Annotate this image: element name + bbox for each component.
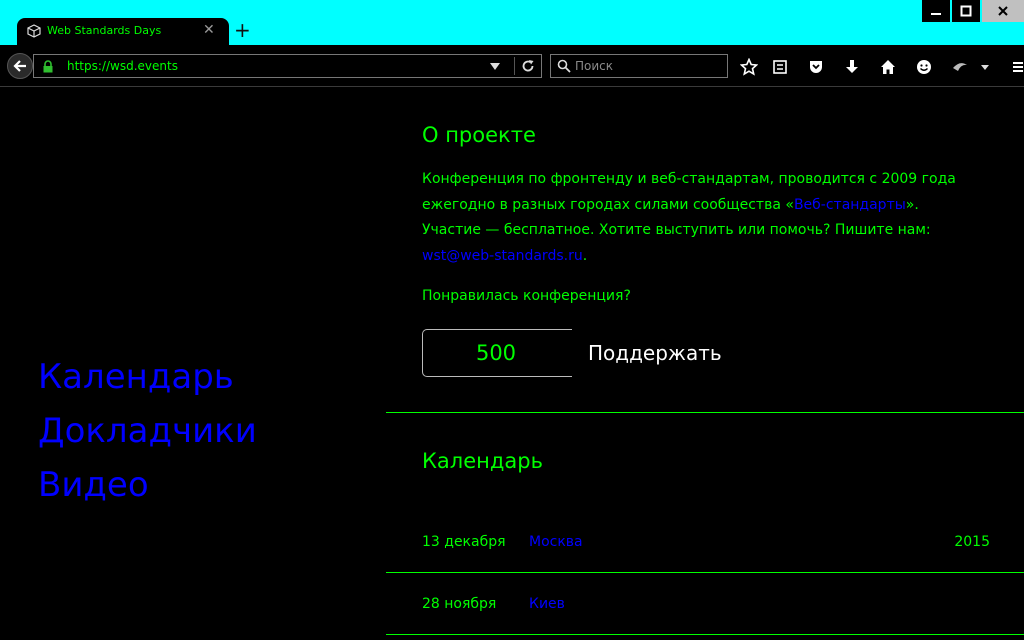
url-text[interactable]: https://wsd.events [67, 59, 178, 73]
event-date: 28 ноября [422, 596, 497, 612]
about-heading: О проекте [422, 123, 536, 147]
email-link[interactable]: wst@web-standards.ru [422, 248, 583, 264]
bookmarks-list-icon[interactable] [770, 57, 790, 77]
about-text-line2: Участие — бесплатное. Хотите выступить и… [422, 222, 931, 238]
donation-amount-input[interactable] [423, 330, 569, 376]
nav-link-calendar[interactable]: Календарь [38, 350, 257, 404]
main-content: О проекте Конференция по фронтенду и веб… [386, 87, 1024, 640]
event-city-link[interactable]: Киев [529, 596, 565, 612]
arrow-left-icon [13, 60, 26, 72]
cube-favicon-icon [27, 24, 41, 38]
pocket-icon[interactable] [806, 57, 826, 77]
event-row: 28 ноября Киев [386, 573, 1024, 635]
nav-link-video[interactable]: Видео [38, 458, 257, 512]
search-input[interactable] [575, 58, 723, 74]
liked-conference-prompt: Понравилась конференция? [422, 288, 631, 304]
about-text-line1-end: ». [905, 196, 919, 213]
event-city-link[interactable]: Москва [529, 534, 583, 550]
event-date: 13 декабря [422, 534, 506, 550]
divider [514, 57, 515, 75]
site-navigation: Календарь Докладчики Видео [38, 350, 257, 512]
event-year: 2015 [954, 534, 990, 550]
minimize-icon[interactable] [922, 0, 950, 22]
lock-icon [43, 60, 53, 73]
close-tab-icon[interactable]: ✕ [203, 22, 215, 38]
back-button[interactable] [7, 53, 33, 79]
nav-link-speakers[interactable]: Докладчики [38, 404, 257, 458]
title-bar: Web Standards Days ✕ + [0, 0, 1024, 45]
dropdown-arrow-icon[interactable] [489, 60, 501, 72]
maximize-icon[interactable] [952, 0, 980, 22]
address-bar[interactable]: https://wsd.events [33, 54, 542, 78]
event-row: 13 декабря Москва 2015 [386, 511, 1024, 573]
new-tab-icon[interactable]: + [234, 19, 251, 41]
support-button[interactable]: Поддержать [572, 329, 738, 377]
hello-smiley-icon[interactable] [914, 57, 934, 77]
extension-menu-arrow-icon[interactable] [978, 57, 992, 77]
about-description: Конференция по фронтенду и веб-стандарта… [422, 167, 982, 269]
browser-tab[interactable]: Web Standards Days ✕ [17, 18, 229, 45]
reload-icon[interactable] [521, 59, 535, 73]
bookmark-star-icon[interactable] [739, 57, 759, 77]
extension-icon[interactable] [950, 57, 970, 77]
home-icon[interactable] [878, 57, 898, 77]
community-link[interactable]: Веб-стандарты [794, 197, 906, 213]
menu-hamburger-icon[interactable] [1010, 57, 1024, 77]
navigation-bar: https://wsd.events [0, 45, 1024, 87]
calendar-heading: Календарь [422, 449, 543, 473]
donation-amount-box [422, 329, 572, 377]
section-divider [386, 412, 1024, 413]
search-bar[interactable] [550, 54, 728, 78]
tab-title: Web Standards Days [47, 24, 162, 37]
close-window-icon[interactable] [982, 0, 1024, 22]
download-icon[interactable] [842, 57, 862, 77]
window-controls [920, 0, 1024, 22]
about-text-line2-end: . [582, 247, 588, 264]
search-icon [557, 59, 571, 73]
